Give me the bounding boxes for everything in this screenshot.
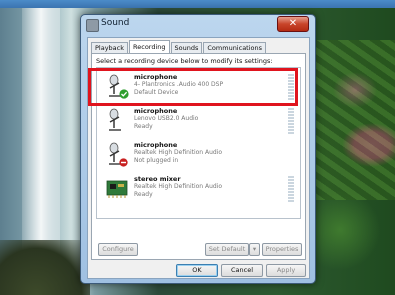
tab-strip: Playback Recording Sounds Communications: [91, 40, 267, 53]
wallpaper-rocks: [0, 240, 90, 295]
ok-button[interactable]: OK: [176, 264, 218, 277]
device-driver: Lenovo USB2.0 Audio: [134, 115, 199, 122]
device-driver: Realtek High Definition Audio: [134, 149, 223, 156]
set-default-dropdown[interactable]: ▾: [249, 243, 260, 256]
device-name: stereo mixer: [134, 175, 181, 183]
title-bar[interactable]: Sound ✕: [81, 15, 315, 35]
device-name: microphone: [134, 107, 178, 115]
wallpaper-leaves: [315, 40, 395, 200]
device-status: Not plugged in: [134, 157, 179, 164]
tab-communications[interactable]: Communications: [203, 42, 267, 53]
window-title: Sound: [101, 18, 130, 28]
device-status: Ready: [134, 191, 153, 198]
level-meter: [288, 176, 294, 202]
configure-button[interactable]: Configure: [98, 243, 138, 256]
device-name: microphone: [134, 141, 178, 149]
microphone-icon: [109, 108, 121, 131]
properties-button[interactable]: Properties: [262, 243, 302, 256]
device-item-stereo-mixer[interactable]: stereo mixer Realtek High Definition Aud…: [97, 174, 300, 206]
device-item-realtek-mic[interactable]: microphone Realtek High Definition Audio…: [97, 140, 300, 172]
device-status: Ready: [134, 123, 153, 130]
tab-playback[interactable]: Playback: [91, 42, 129, 53]
level-meter: [288, 108, 294, 134]
close-button[interactable]: ✕: [277, 16, 309, 32]
sound-dialog: Sound ✕ Playback Recording Sounds Commun…: [80, 14, 316, 284]
tab-recording[interactable]: Recording: [129, 40, 170, 53]
device-item-lenovo[interactable]: microphone Lenovo USB2.0 Audio Ready: [97, 106, 300, 138]
sound-card-icon: [106, 180, 128, 198]
instruction-text: Select a recording device below to modif…: [96, 57, 273, 65]
speaker-icon: [86, 19, 99, 32]
apply-button[interactable]: Apply: [266, 264, 306, 277]
top-desktop-strip: [0, 0, 395, 8]
tab-sounds[interactable]: Sounds: [170, 42, 203, 53]
annotation-highlight-box: [88, 68, 298, 106]
cancel-button[interactable]: Cancel: [221, 264, 263, 277]
unplugged-icon: [119, 158, 128, 167]
device-driver: Realtek High Definition Audio: [134, 183, 223, 190]
set-default-button[interactable]: Set Default: [205, 243, 249, 256]
